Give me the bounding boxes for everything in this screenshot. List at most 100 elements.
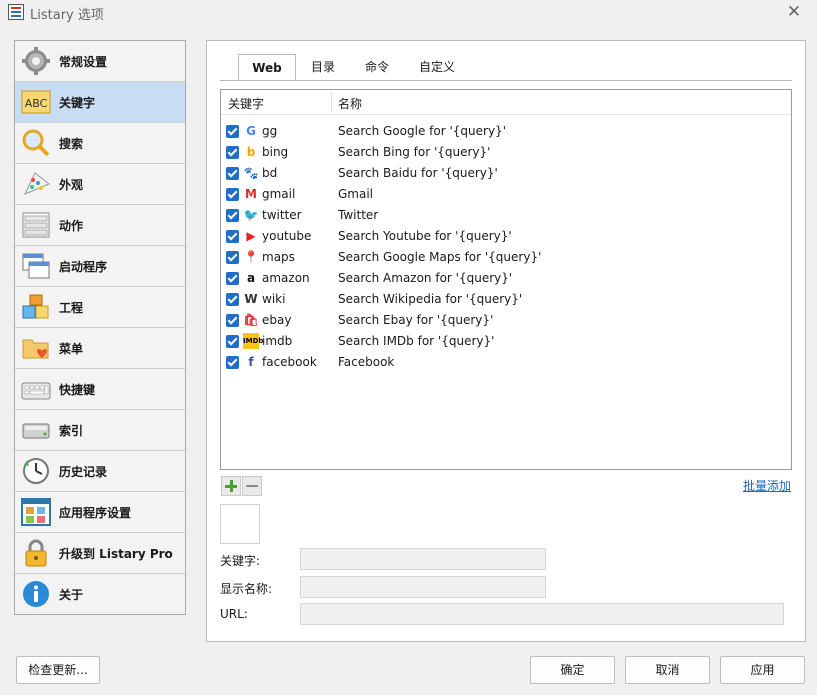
- sidebar-item-label: 索引: [59, 424, 84, 438]
- twitter-icon: 🐦: [243, 208, 259, 222]
- menu-list-icon: [22, 212, 50, 238]
- name-cell: Facebook: [338, 355, 395, 369]
- imdb-icon: IMDb: [243, 333, 263, 349]
- keyword-input[interactable]: [300, 548, 546, 570]
- table-row[interactable]: Ggg Search Google for '{query}': [221, 121, 791, 142]
- enabled-checkbox[interactable]: [226, 167, 239, 180]
- table-row[interactable]: 📍 maps Search Google Maps for '{query}': [221, 247, 791, 268]
- sidebar: 常规设置 ABC 关键字 搜索 外观 动作 启动程序 工程 菜单 快捷键 索引 …: [14, 40, 186, 615]
- keyword-cell: youtube: [262, 229, 312, 243]
- check-updates-button[interactable]: 检查更新...: [16, 656, 100, 684]
- sidebar-item-label: 动作: [59, 219, 84, 233]
- google-icon: G: [246, 124, 256, 138]
- table-row[interactable]: 🐦 twitter Twitter: [221, 205, 791, 226]
- column-header-keyword[interactable]: 关键字: [228, 95, 264, 112]
- table-row[interactable]: IMDb imdb Search IMDb for '{query}': [221, 331, 791, 352]
- column-separator[interactable]: [331, 92, 332, 112]
- keyword-cell: bing: [262, 145, 289, 159]
- enabled-checkbox[interactable]: [226, 209, 239, 222]
- sidebar-item-label: 升级到 Listary Pro: [59, 547, 173, 561]
- window-stack-icon: [22, 253, 50, 279]
- folder-heart-icon: [22, 339, 49, 359]
- keyword-cell: amazon: [262, 271, 310, 285]
- apply-button[interactable]: 应用: [720, 656, 805, 684]
- column-header-name[interactable]: 名称: [338, 95, 362, 112]
- keyword-cell: wiki: [262, 292, 286, 306]
- sidebar-item-actions[interactable]: 动作: [15, 205, 185, 246]
- ok-button[interactable]: 确定: [530, 656, 615, 684]
- name-cell: Twitter: [338, 208, 379, 222]
- enabled-checkbox[interactable]: [226, 314, 239, 327]
- sidebar-item-index[interactable]: 索引: [15, 410, 185, 451]
- url-input[interactable]: [300, 603, 784, 625]
- bing-icon: b: [246, 145, 256, 159]
- icon-preview[interactable]: [220, 504, 260, 544]
- display-name-input[interactable]: [300, 576, 546, 598]
- table-row[interactable]: Wwiki Search Wikipedia for '{query}': [221, 289, 791, 310]
- enabled-checkbox[interactable]: [226, 335, 239, 348]
- sidebar-item-label: 常规设置: [59, 55, 108, 69]
- enabled-checkbox[interactable]: [226, 125, 239, 138]
- sidebar-item-search[interactable]: 搜索: [15, 123, 185, 164]
- sidebar-item-app-settings[interactable]: 应用程序设置: [15, 492, 185, 533]
- sidebar-item-label: 历史记录: [59, 465, 108, 479]
- sidebar-item-label: 关键字: [59, 96, 96, 110]
- facebook-icon: f: [248, 355, 254, 369]
- app-grid-icon: [21, 498, 51, 526]
- sidebar-item-project[interactable]: 工程: [15, 287, 185, 328]
- enabled-checkbox[interactable]: [226, 356, 239, 369]
- clock-icon: [23, 458, 49, 484]
- keyword-cell: facebook: [262, 355, 317, 369]
- sidebar-item-appearance[interactable]: 外观: [15, 164, 185, 205]
- sidebar-item-menu[interactable]: 菜单: [15, 328, 185, 369]
- enabled-checkbox[interactable]: [226, 230, 239, 243]
- sidebar-item-upgrade-pro[interactable]: 升级到 Listary Pro: [15, 533, 185, 574]
- table-row[interactable]: Mgmail Gmail: [221, 184, 791, 205]
- cancel-button[interactable]: 取消: [625, 656, 710, 684]
- enabled-checkbox[interactable]: [226, 188, 239, 201]
- tab-custom[interactable]: 自定义: [410, 54, 464, 80]
- tab-directory[interactable]: 目录: [302, 54, 344, 80]
- ebay-icon: 🛍: [243, 313, 259, 327]
- url-field-label: URL:: [220, 607, 248, 621]
- wikipedia-icon: W: [244, 292, 258, 306]
- list-header: 关键字 名称: [221, 90, 791, 115]
- sidebar-item-keywords[interactable]: ABC 关键字: [15, 82, 185, 123]
- name-cell: Gmail: [338, 187, 374, 201]
- tab-web[interactable]: Web: [238, 54, 296, 81]
- name-cell: Search Youtube for '{query}': [338, 229, 512, 243]
- keyword-field-label: 关键字:: [220, 554, 261, 568]
- name-cell: Search Ebay for '{query}': [338, 313, 494, 327]
- remove-keyword-button[interactable]: [242, 476, 262, 496]
- listary-app-icon: [8, 4, 24, 20]
- tab-command[interactable]: 命令: [356, 54, 398, 80]
- add-keyword-button[interactable]: [221, 476, 241, 496]
- name-cell: Search Amazon for '{query}': [338, 271, 513, 285]
- keyword-list[interactable]: 关键字 名称 Ggg Search Google for '{query}' b bi…: [220, 89, 792, 470]
- keyword-cell: gg: [262, 124, 278, 138]
- sidebar-item-general[interactable]: 常规设置: [15, 41, 185, 82]
- close-button[interactable]: ✕: [771, 0, 817, 26]
- enabled-checkbox[interactable]: [226, 251, 239, 264]
- enabled-checkbox[interactable]: [226, 293, 239, 306]
- sidebar-item-hotkeys[interactable]: 快捷键: [15, 369, 185, 410]
- bulk-add-link[interactable]: 批量添加: [743, 477, 791, 494]
- amazon-icon: a: [246, 271, 256, 285]
- sidebar-item-about[interactable]: 关于: [15, 574, 185, 615]
- sidebar-item-history[interactable]: 历史记录: [15, 451, 185, 492]
- display-name-field-label: 显示名称:: [220, 582, 273, 596]
- sidebar-item-label: 关于: [59, 588, 84, 602]
- youtube-icon: ▶: [246, 229, 256, 243]
- table-row[interactable]: 🐾 bd Search Baidu for '{query}': [221, 163, 791, 184]
- table-row[interactable]: b bing Search Bing for '{query}': [221, 142, 791, 163]
- enabled-checkbox[interactable]: [226, 146, 239, 159]
- enabled-checkbox[interactable]: [226, 272, 239, 285]
- table-row[interactable]: a amazon Search Amazon for '{query}': [221, 268, 791, 289]
- gear-icon: [22, 47, 50, 75]
- name-cell: Search IMDb for '{query}': [338, 334, 495, 348]
- table-row[interactable]: ▶ youtube Search Youtube for '{query}': [221, 226, 791, 247]
- window-title: Listary 选项: [30, 8, 104, 23]
- sidebar-item-launcher[interactable]: 启动程序: [15, 246, 185, 287]
- table-row[interactable]: f facebook Facebook: [221, 352, 791, 373]
- table-row[interactable]: 🛍 ebay Search Ebay for '{query}': [221, 310, 791, 331]
